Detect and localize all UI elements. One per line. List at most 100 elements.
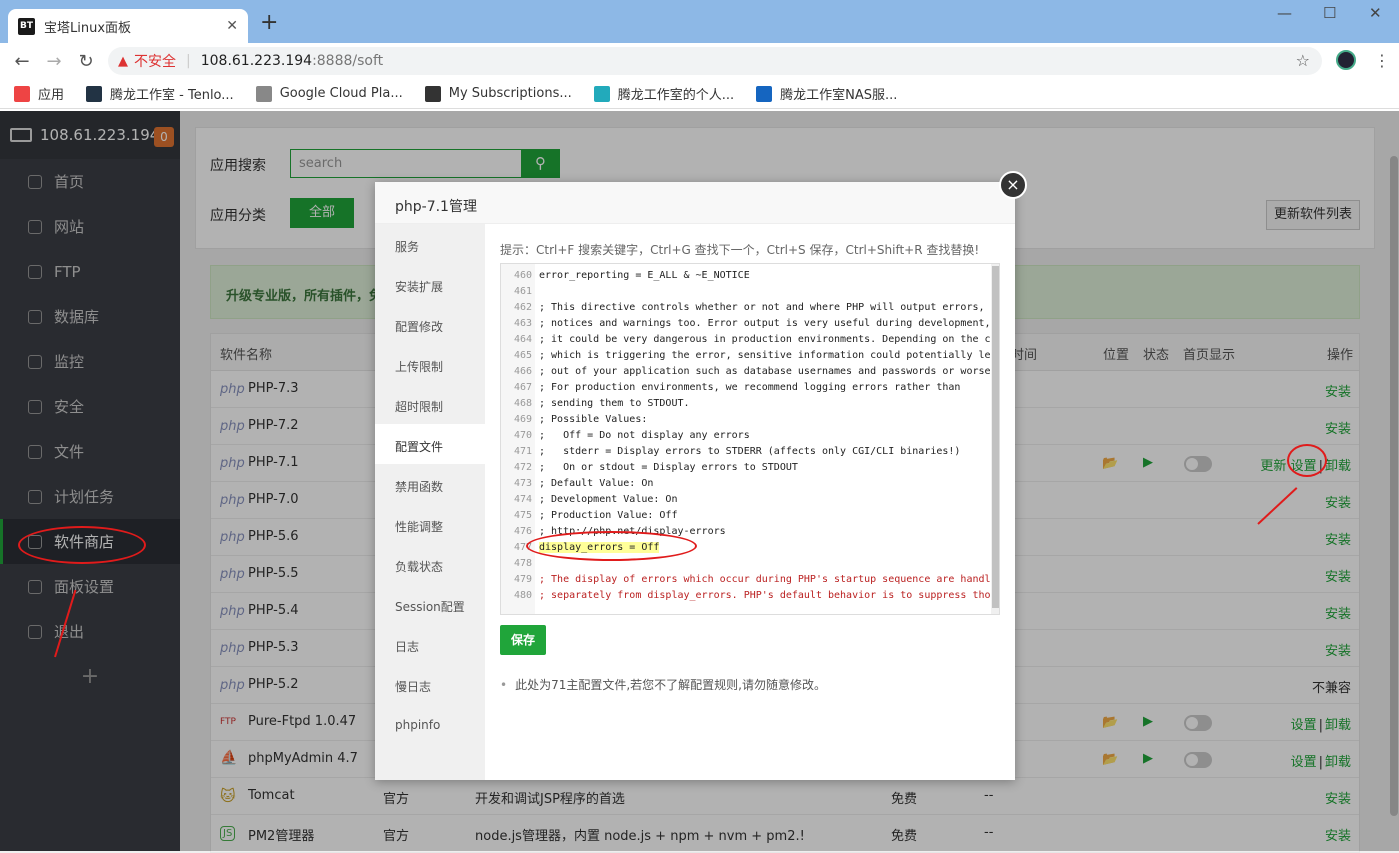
apps-grid-icon <box>14 85 30 102</box>
editor-tip: 提示：Ctrl+F 搜索关键字，Ctrl+G 查找下一个，Ctrl+S 保存，C… <box>500 243 980 257</box>
modal-nav-item[interactable]: 慢日志 <box>375 664 485 704</box>
line-number: 478 <box>513 558 532 569</box>
code-line: ; Off = Do not display any errors <box>539 430 750 441</box>
annotation-circle-store <box>18 526 146 564</box>
modal-nav-item[interactable]: 上传限制 <box>375 344 485 384</box>
modal-nav-item[interactable]: 配置修改 <box>375 304 485 344</box>
modal-nav-item[interactable]: 服务 <box>375 224 485 264</box>
line-gutter: 460 461 462 463 464 465 466 467 468 469 470 471 472 4… <box>501 264 535 614</box>
code-line: ; Production Value: Off <box>539 510 678 521</box>
modal-title: php-7.1管理 <box>375 182 1015 224</box>
modal-nav-item[interactable]: 配置文件 <box>375 424 485 464</box>
tab-title: 宝塔Linux面板 <box>44 20 132 36</box>
back-icon[interactable]: ← <box>6 51 38 72</box>
code-line: ; sending them to STDOUT. <box>539 398 690 409</box>
code-line: ; out of your application such as databa… <box>539 366 991 377</box>
modal-nav-item[interactable]: Session配置 <box>375 584 485 624</box>
annotation-circle-display-errors <box>526 531 697 561</box>
bookmark-item[interactable]: 腾龙工作室的个人... <box>593 84 735 103</box>
line-number: 472 <box>513 462 532 473</box>
code-line: ; For production environments, we recomm… <box>539 382 961 393</box>
browser-chrome: BT 宝塔Linux面板 ✕ + — ☐ ✕ ← → ↻ ▲ 不安全 | 108… <box>0 0 1399 111</box>
bookmark-label: 应用 <box>38 88 65 103</box>
code-line: ; it could be very dangerous in producti… <box>539 334 991 345</box>
code-line: ; On or stdout = Display errors to STDOU… <box>539 462 798 473</box>
line-number: 471 <box>513 446 532 457</box>
url-bar[interactable]: ▲ 不安全 | 108.61.223.194 :8888/soft ☆ <box>108 47 1322 75</box>
code-line: ; The display of errors which occur duri… <box>539 574 991 585</box>
bookmark-item[interactable]: 腾龙工作室NAS服... <box>756 84 897 103</box>
bookmark-item[interactable]: 应用 <box>14 84 64 103</box>
line-number: 479 <box>513 574 532 585</box>
code-line: ; This directive controls whether or not… <box>539 302 985 313</box>
url-host: 108.61.223.194 <box>200 53 313 69</box>
bookmark-label: 腾龙工作室的个人... <box>617 88 735 103</box>
editor-scrollbar[interactable] <box>991 264 999 614</box>
new-tab-button[interactable]: + <box>260 12 278 34</box>
bookmark-star-icon[interactable]: ☆ <box>1296 51 1310 70</box>
maximize-button[interactable]: ☐ <box>1323 4 1336 22</box>
minimize-button[interactable]: — <box>1277 4 1292 22</box>
editor-scrollbar-thumb[interactable] <box>992 266 999 608</box>
modal-nav: 服务 安装扩展 配置修改 上传限制 超时限制 配置文件 禁用函数 性能调整 负载状态 Sessio… <box>375 224 485 780</box>
save-button[interactable]: 保存 <box>500 625 546 655</box>
gear-icon <box>255 85 272 102</box>
config-note: • 此处为71主配置文件,若您不了解配置规则,请勿随意修改。 <box>500 676 826 693</box>
line-number: 461 <box>513 286 532 297</box>
bullet-icon: • <box>500 678 508 692</box>
code-line: ; notices and warnings too. Error output… <box>539 318 991 329</box>
bt-favicon-icon: BT <box>18 17 35 35</box>
bookmark-label: 腾龙工作室NAS服... <box>780 88 898 103</box>
line-number: 469 <box>513 414 532 425</box>
code-line: ; which is triggering the error, sensiti… <box>539 350 991 361</box>
v-icon <box>424 85 441 102</box>
window-close-button[interactable]: ✕ <box>1369 4 1382 22</box>
config-editor[interactable]: 460 461 462 463 464 465 466 467 468 469 470 471 472 4… <box>500 263 1000 615</box>
browser-menu-icon[interactable]: ⋮ <box>1374 51 1390 70</box>
address-bar-row: ← → ↻ ▲ 不安全 | 108.61.223.194 :8888/soft … <box>0 43 1399 79</box>
url-separator: | <box>186 53 191 69</box>
bookmark-label: Google Cloud Pla... <box>279 86 403 101</box>
modal-nav-item[interactable]: 禁用函数 <box>375 464 485 504</box>
tab-strip: BT 宝塔Linux面板 ✕ + — ☐ ✕ <box>0 0 1399 43</box>
line-number: 465 <box>513 350 532 361</box>
line-number: 464 <box>513 334 532 345</box>
line-number: 470 <box>513 430 532 441</box>
code-line: ; Development Value: On <box>539 494 678 505</box>
warning-icon: ▲ <box>118 53 128 69</box>
modal-nav-item[interactable]: 安装扩展 <box>375 264 485 304</box>
modal-nav-item[interactable]: 日志 <box>375 624 485 664</box>
tab-close-icon[interactable]: ✕ <box>226 18 238 34</box>
reload-icon[interactable]: ↻ <box>70 51 102 72</box>
modal-close-button[interactable]: × <box>999 171 1027 199</box>
profile-avatar[interactable] <box>1336 50 1356 70</box>
code-line: error_reporting = E_ALL & ~E_NOTICE <box>539 270 750 281</box>
browser-tab[interactable]: BT 宝塔Linux面板 ✕ <box>8 9 248 43</box>
line-number: 462 <box>513 302 532 313</box>
code-line: ; Default Value: On <box>539 478 654 489</box>
bookmark-item[interactable]: 腾龙工作室 - Tenlo... <box>86 84 234 103</box>
line-number: 473 <box>513 478 532 489</box>
insecure-label: 不安全 <box>134 54 176 70</box>
tenlong-icon <box>86 85 103 102</box>
bookmark-item[interactable]: My Subscriptions... <box>424 85 572 102</box>
modal-nav-item[interactable]: phpinfo <box>375 704 485 744</box>
line-number: 467 <box>513 382 532 393</box>
modal-nav-item[interactable]: 性能调整 <box>375 504 485 544</box>
line-number: 460 <box>513 270 532 281</box>
code-line: ; separately from display_errors. PHP's … <box>539 590 991 601</box>
line-number: 480 <box>513 590 532 601</box>
forward-icon[interactable]: → <box>38 51 70 72</box>
code-line: ; stderr = Display errors to STDERR (aff… <box>539 446 961 457</box>
modal-nav-item[interactable]: 超时限制 <box>375 384 485 424</box>
bookmarks-bar: 应用 腾龙工作室 - Tenlo... Google Cloud Pla... My … <box>0 79 1399 109</box>
config-note-text: 此处为71主配置文件,若您不了解配置规则,请勿随意修改。 <box>515 678 826 692</box>
modal-nav-item[interactable]: 负载状态 <box>375 544 485 584</box>
bookmark-label: My Subscriptions... <box>448 86 572 101</box>
bookmark-label: 腾龙工作室 - Tenlo... <box>110 88 234 103</box>
bookmark-item[interactable]: Google Cloud Pla... <box>255 85 403 102</box>
dsm-icon <box>756 85 773 102</box>
bilibili-icon <box>593 85 610 102</box>
code-line: ; Possible Values: <box>539 414 648 425</box>
